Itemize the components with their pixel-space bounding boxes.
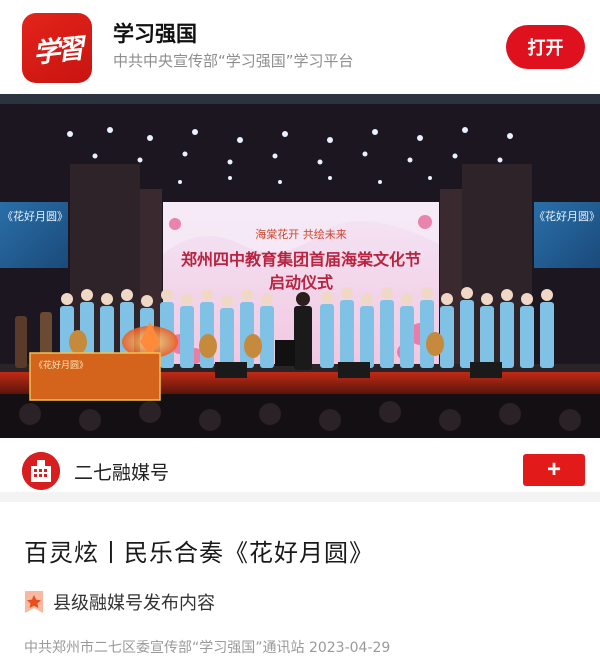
source-label: 县级融媒号发布内容 <box>53 593 215 614</box>
left-screen-title: 《花好月圆》 <box>2 210 68 223</box>
app-name: 学习强国 <box>113 22 197 46</box>
stage-screen-title: 郑州四中教育集团首届海棠文化节 <box>180 250 421 269</box>
publish-meta: 中共郑州市二七区委宣传部“学习强国”通讯站 2023-04-29 <box>24 640 391 656</box>
article-title: 百灵炫丨民乐合奏《花好月圆》 <box>24 539 374 567</box>
right-screen-title: 《花好月圆》 <box>534 210 600 223</box>
open-app-button[interactable]: 打开 <box>506 25 585 69</box>
account-name[interactable]: 二七融媒号 <box>74 458 169 485</box>
source-row: 县级融媒号发布内容 <box>24 588 215 616</box>
follow-button[interactable]: + <box>523 454 585 486</box>
app-description: 中共中央宣传部“学习强国”学习平台 <box>113 52 354 70</box>
account-row: 二七融媒号 + <box>0 438 600 502</box>
stage-screen-subtitle: 启动仪式 <box>268 273 333 292</box>
stage-screen-slogan: 海棠花开 共绘未来 <box>255 228 347 241</box>
star-badge-icon <box>24 590 44 614</box>
app-logo-mark: 学習 <box>31 33 83 69</box>
caption-title: 《花好月圆》 <box>34 361 89 371</box>
app-banner: 学習 学习强国 中共中央宣传部“学习强国”学习平台 打开 <box>0 0 600 94</box>
app-logo-icon[interactable]: 学習 <box>22 13 92 83</box>
video-player[interactable]: 海棠花开 共绘未来 郑州四中教育集团首届海棠文化节 启动仪式 《花好月圆》 《花… <box>0 94 600 438</box>
building-icon[interactable] <box>22 452 60 490</box>
